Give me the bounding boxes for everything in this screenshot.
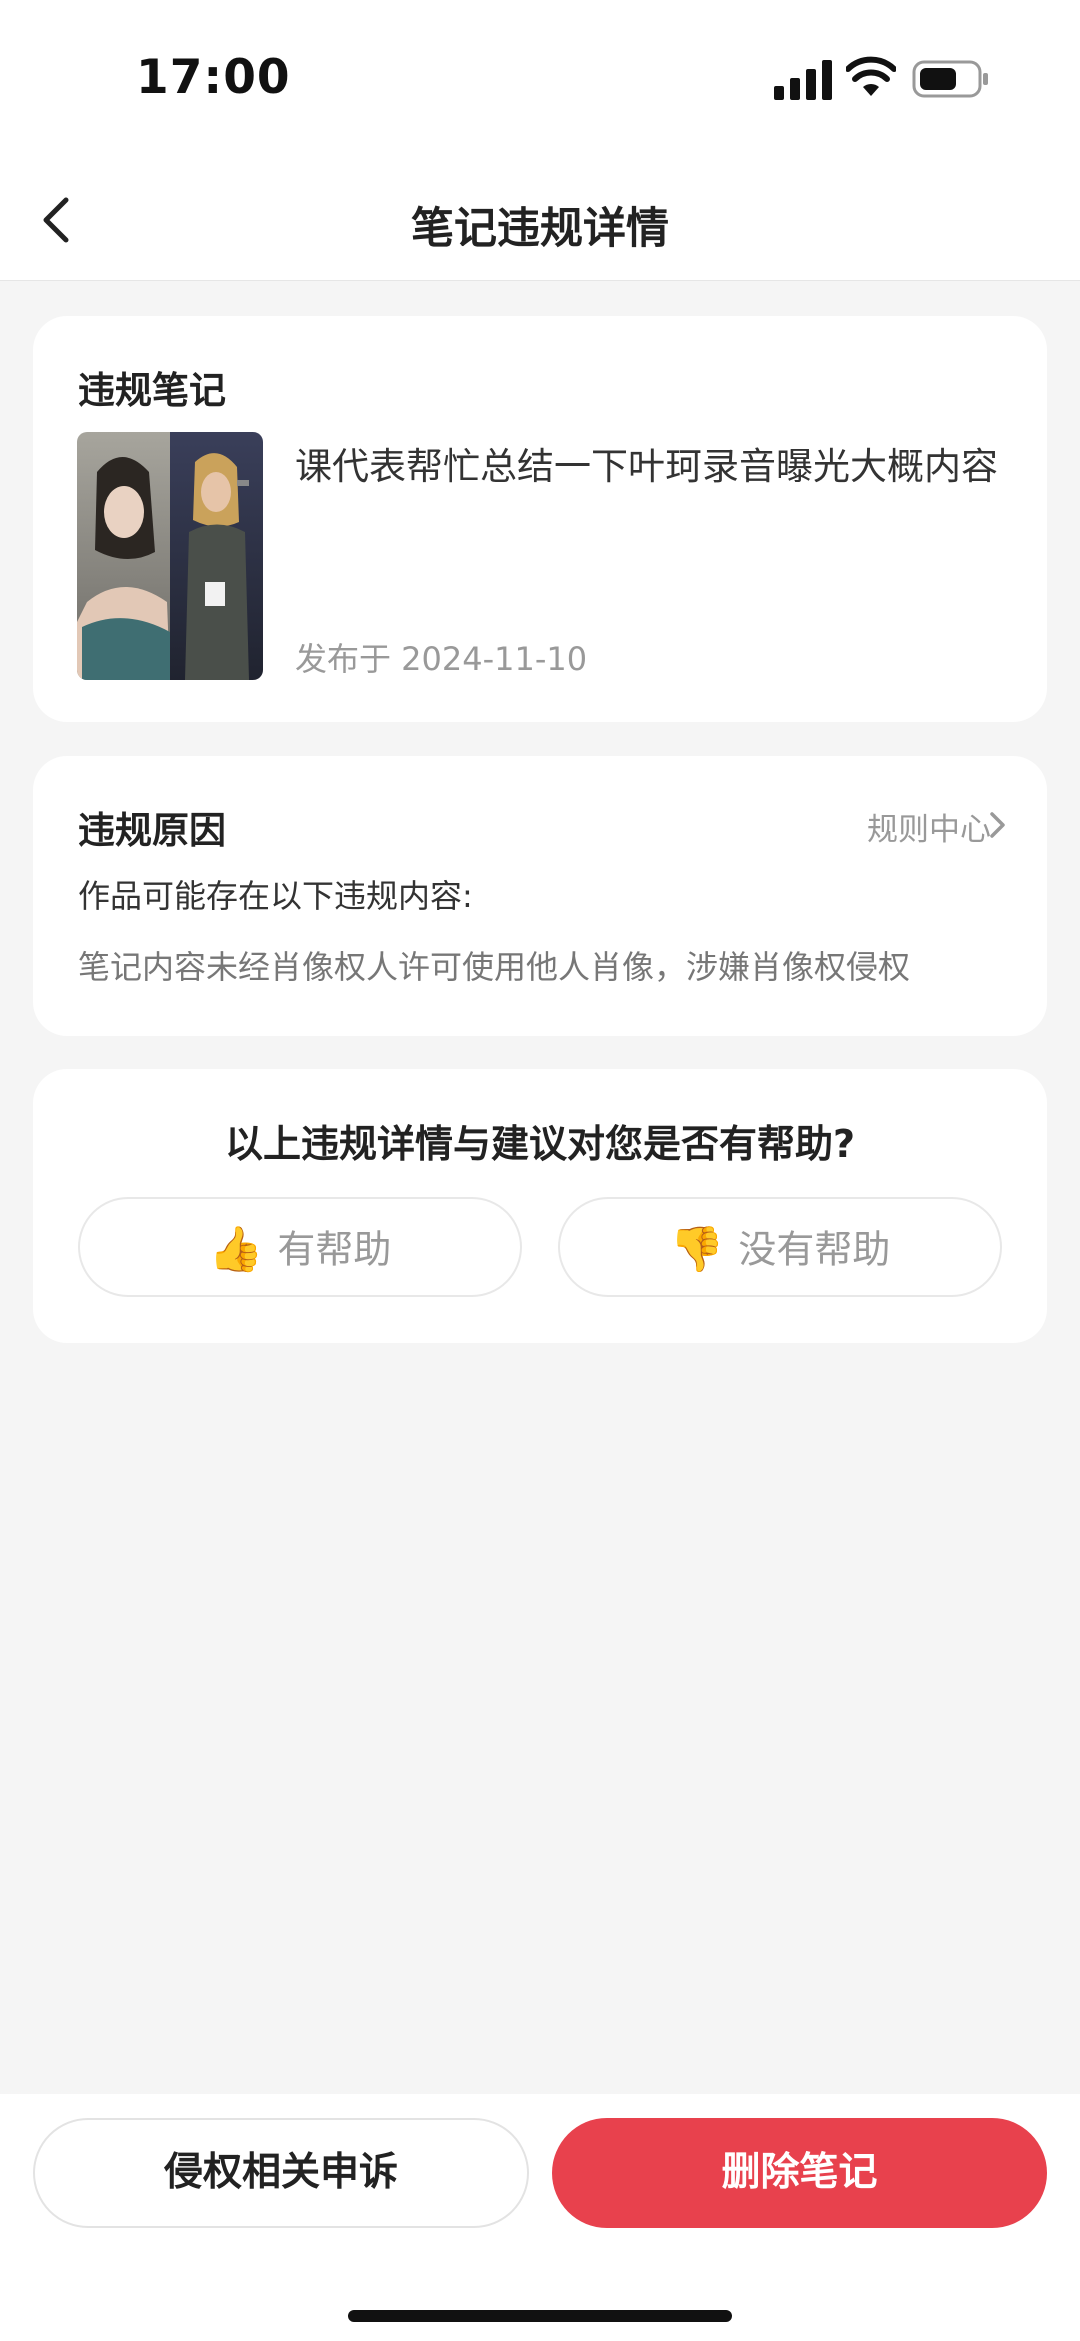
violating-note-card[interactable]: 违规笔记 课代表帮忙总结一下叶珂录音曝光大概内容 发布于 2024-11-10 — [33, 316, 1047, 722]
status-bar: 17:00 — [0, 0, 1080, 160]
not-helpful-label: 没有帮助 — [738, 1227, 891, 1272]
home-indicator[interactable] — [348, 2310, 732, 2322]
nav-bar: 笔记违规详情 — [0, 160, 1080, 281]
bottom-action-bar: 侵权相关申诉 删除笔记 — [0, 2094, 1080, 2341]
helpful-label: 有帮助 — [277, 1227, 392, 1272]
not-helpful-button[interactable]: 👎 没有帮助 — [558, 1197, 1002, 1297]
note-thumbnail — [77, 432, 263, 680]
delete-note-button[interactable]: 删除笔记 — [552, 2118, 1047, 2228]
status-time: 17:00 — [136, 50, 291, 105]
helpful-button[interactable]: 👍 有帮助 — [78, 1197, 522, 1297]
cellular-signal-icon — [774, 60, 832, 100]
chevron-right-icon[interactable] — [987, 810, 1009, 840]
violation-reason-card: 违规原因 规则中心 作品可能存在以下违规内容: 笔记内容未经肖像权人许可使用他人… — [33, 756, 1047, 1036]
page-title: 笔记违规详情 — [411, 204, 669, 254]
thumbs-up-icon: 👍 — [208, 1223, 264, 1275]
reason-text: 笔记内容未经肖像权人许可使用他人肖像，涉嫌肖像权侵权 — [78, 948, 911, 986]
appeal-button[interactable]: 侵权相关申诉 — [33, 2118, 529, 2228]
feedback-question: 以上违规详情与建议对您是否有帮助? — [224, 1122, 856, 1166]
publish-date: 发布于 2024-11-10 — [295, 640, 588, 678]
note-title: 课代表帮忙总结一下叶珂录音曝光大概内容 — [295, 445, 998, 488]
note-card-heading: 违规笔记 — [78, 369, 226, 412]
rule-center-link[interactable]: 规则中心 — [867, 804, 991, 849]
reason-intro: 作品可能存在以下违规内容: — [78, 877, 473, 915]
battery-icon — [912, 60, 988, 98]
reason-card-heading: 违规原因 — [78, 809, 226, 852]
feedback-card: 以上违规详情与建议对您是否有帮助? 👍 有帮助 👎 没有帮助 — [33, 1069, 1047, 1343]
wifi-icon — [846, 56, 896, 96]
thumbs-down-icon: 👎 — [669, 1223, 725, 1275]
